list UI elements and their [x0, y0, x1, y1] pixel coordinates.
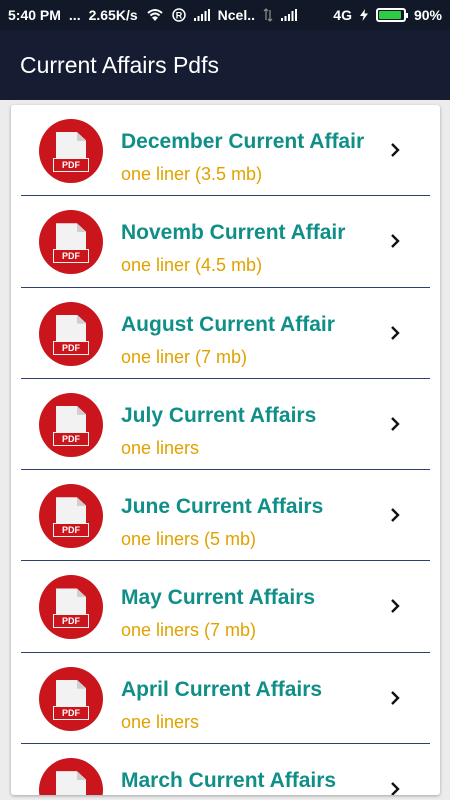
clock: 5:40 PM: [8, 7, 61, 23]
list-item[interactable]: PDF July Current Affairs one liners: [21, 379, 430, 471]
list-item[interactable]: PDF August Current Affair one liner (7 m…: [21, 288, 430, 379]
list-item-subtitle: one liners: [121, 437, 200, 458]
svg-text:R: R: [175, 11, 182, 21]
pdf-file-icon: PDF: [39, 301, 103, 366]
list-item-subtitle: one liner (3.5 mb): [121, 164, 263, 184]
status-bar: 5:40 PM ... 2.65K/s R Ncel.. 4G 90%: [0, 0, 450, 30]
data-arrows-icon: [263, 8, 273, 22]
list-item-text: August Current Affair one liner (7 mb): [121, 313, 335, 368]
chevron-right-icon: [388, 690, 402, 705]
pdf-file-icon: PDF: [39, 758, 103, 795]
list-item-subtitle: one liner (4.5 mb): [121, 255, 263, 276]
pdf-label: PDF: [53, 614, 89, 629]
list-item[interactable]: PDF June Current Affairs one liners (5 m…: [21, 470, 430, 562]
pdf-label: PDF: [53, 705, 89, 720]
list-item-title: July Current Affairs: [121, 403, 317, 427]
list-item[interactable]: PDF March Current Affairs: [21, 744, 430, 795]
list-item[interactable]: PDF Novemb Current Affair one liner (4.5…: [21, 196, 430, 288]
wifi-icon: [146, 8, 164, 22]
carrier-name: Ncel..: [217, 7, 255, 23]
chevron-right-icon: [388, 143, 402, 157]
pdf-label: PDF: [53, 431, 89, 446]
list-item[interactable]: PDF December Current Affair one liner (3…: [21, 105, 430, 197]
pdf-label: PDF: [53, 158, 89, 172]
chevron-right-icon: [388, 417, 402, 431]
list-item-text: December Current Affair one liner (3.5 m…: [121, 130, 364, 185]
pdf-list: PDF December Current Affair one liner (3…: [11, 105, 440, 795]
pdf-file-icon: PDF: [39, 119, 103, 183]
list-item-text: May Current Affairs one liners (7 mb): [121, 586, 315, 641]
document-icon: [56, 771, 86, 795]
list-item-title: August Current Affair: [121, 312, 335, 336]
pdf-file-icon: PDF: [39, 575, 103, 640]
list-item-title: May Current Affairs: [121, 586, 316, 610]
pdf-label: PDF: [53, 340, 89, 355]
pdf-file-icon: PDF: [39, 210, 103, 275]
list-item-subtitle: one liners: [121, 711, 200, 732]
network-speed: 2.65K/s: [88, 7, 138, 23]
list-item-title: April Current Affairs: [121, 677, 323, 701]
registered-icon: R: [171, 8, 186, 22]
list-item-text: April Current Affairs one liners: [121, 678, 322, 733]
chevron-right-icon: [388, 508, 402, 523]
chevron-right-icon: [388, 782, 402, 795]
pdf-list-card: PDF December Current Affair one liner (3…: [11, 105, 440, 795]
charging-bolt-icon: [359, 9, 368, 21]
battery-percent: 90%: [413, 7, 442, 23]
list-item-subtitle: one liners (5 mb): [121, 529, 257, 550]
notification-dots: ...: [68, 7, 81, 23]
list-item-subtitle: one liners (7 mb): [121, 620, 257, 641]
pdf-label: PDF: [53, 523, 89, 538]
list-item-text: March Current Affairs: [121, 769, 336, 795]
page-title: Current Affairs Pdfs: [20, 51, 219, 78]
list-item[interactable]: PDF April Current Affairs one liners: [21, 653, 430, 745]
signal-icon: [193, 9, 210, 21]
list-item-title: June Current Affairs: [121, 495, 324, 519]
chevron-right-icon: [388, 599, 402, 614]
pdf-label: PDF: [53, 249, 89, 264]
list-item-text: July Current Affairs one liners: [121, 404, 316, 459]
list-item[interactable]: PDF May Current Affairs one liners (7 mb…: [21, 561, 430, 653]
list-item-text: June Current Affairs one liners (5 mb): [121, 495, 323, 550]
list-item-subtitle: one liner (7 mb): [121, 346, 248, 367]
pdf-file-icon: PDF: [39, 484, 103, 549]
pdf-file-icon: PDF: [39, 666, 103, 731]
list-item-title: March Current Affairs: [121, 769, 337, 793]
signal-icon: [281, 9, 297, 21]
list-item-title: December Current Affair: [121, 130, 365, 153]
chevron-right-icon: [388, 234, 402, 249]
pdf-file-icon: PDF: [39, 392, 103, 457]
battery-fill: [378, 11, 401, 19]
battery-icon: [375, 8, 408, 22]
app-bar: Current Affairs Pdfs: [0, 30, 450, 100]
chevron-right-icon: [388, 325, 402, 340]
network-type: 4G: [333, 7, 352, 23]
list-item-title: Novemb Current Affair: [121, 221, 346, 245]
list-item-text: Novemb Current Affair one liner (4.5 mb): [121, 221, 345, 276]
